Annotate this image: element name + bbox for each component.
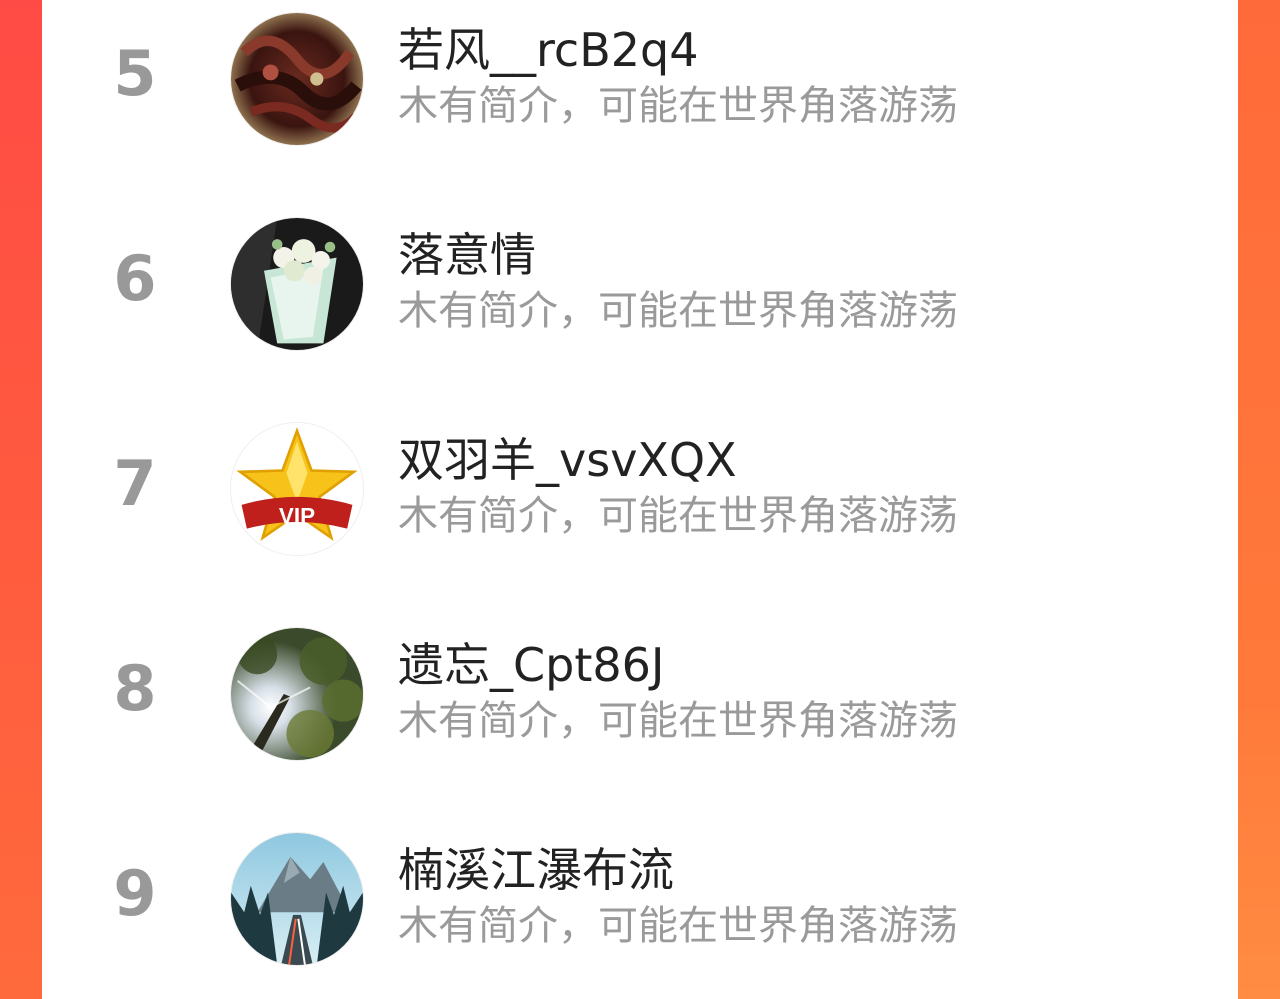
user-bio: 木有简介，可能在世界角落游荡: [398, 83, 958, 129]
dark-art-avatar-icon[interactable]: [230, 12, 364, 146]
user-bio: 木有简介，可能在世界角落游荡: [398, 493, 958, 539]
leaderboard-panel: 5 若风__rcB2q4 木有简介，可能在世界角落游荡 6 落意情 木有简介，可…: [42, 0, 1238, 999]
flower-bouquet-avatar-icon[interactable]: [230, 217, 364, 351]
leaderboard-row[interactable]: 7 VIP 双羽羊_vsvXQX 木有简介，可能在世界角落游荡: [42, 410, 1238, 560]
tree-sunlight-avatar-icon[interactable]: [230, 627, 364, 761]
user-name[interactable]: 遗忘_Cpt86J: [398, 637, 664, 693]
leaderboard-row[interactable]: 5 若风__rcB2q4 木有简介，可能在世界角落游荡: [42, 0, 1238, 150]
mountain-road-avatar-icon[interactable]: [230, 832, 364, 966]
leaderboard-row[interactable]: 9 楠溪江瀑布流 木有简介，可能在世界角落游荡: [42, 820, 1238, 970]
leaderboard-row[interactable]: 6 落意情 木有简介，可能在世界角落游荡: [42, 205, 1238, 355]
rank-number: 7: [113, 447, 157, 520]
rank-number: 8: [113, 652, 157, 725]
user-name[interactable]: 楠溪江瀑布流: [398, 842, 674, 898]
user-bio: 木有简介，可能在世界角落游荡: [398, 288, 958, 334]
rank-number: 5: [113, 37, 157, 110]
user-name[interactable]: 落意情: [398, 227, 536, 283]
background-strip-right: [1238, 0, 1280, 999]
user-bio: 木有简介，可能在世界角落游荡: [398, 903, 958, 949]
rank-number: 6: [113, 242, 157, 315]
user-name[interactable]: 若风__rcB2q4: [398, 22, 698, 78]
leaderboard-row[interactable]: 8 遗忘_Cpt86J 木有简介，可能在世界角落游荡: [42, 615, 1238, 765]
rank-number: 9: [113, 857, 157, 930]
user-name[interactable]: 双羽羊_vsvXQX: [398, 432, 737, 488]
svg-text:VIP: VIP: [279, 503, 315, 528]
vip-star-avatar-icon[interactable]: VIP: [230, 422, 364, 556]
user-bio: 木有简介，可能在世界角落游荡: [398, 698, 958, 744]
